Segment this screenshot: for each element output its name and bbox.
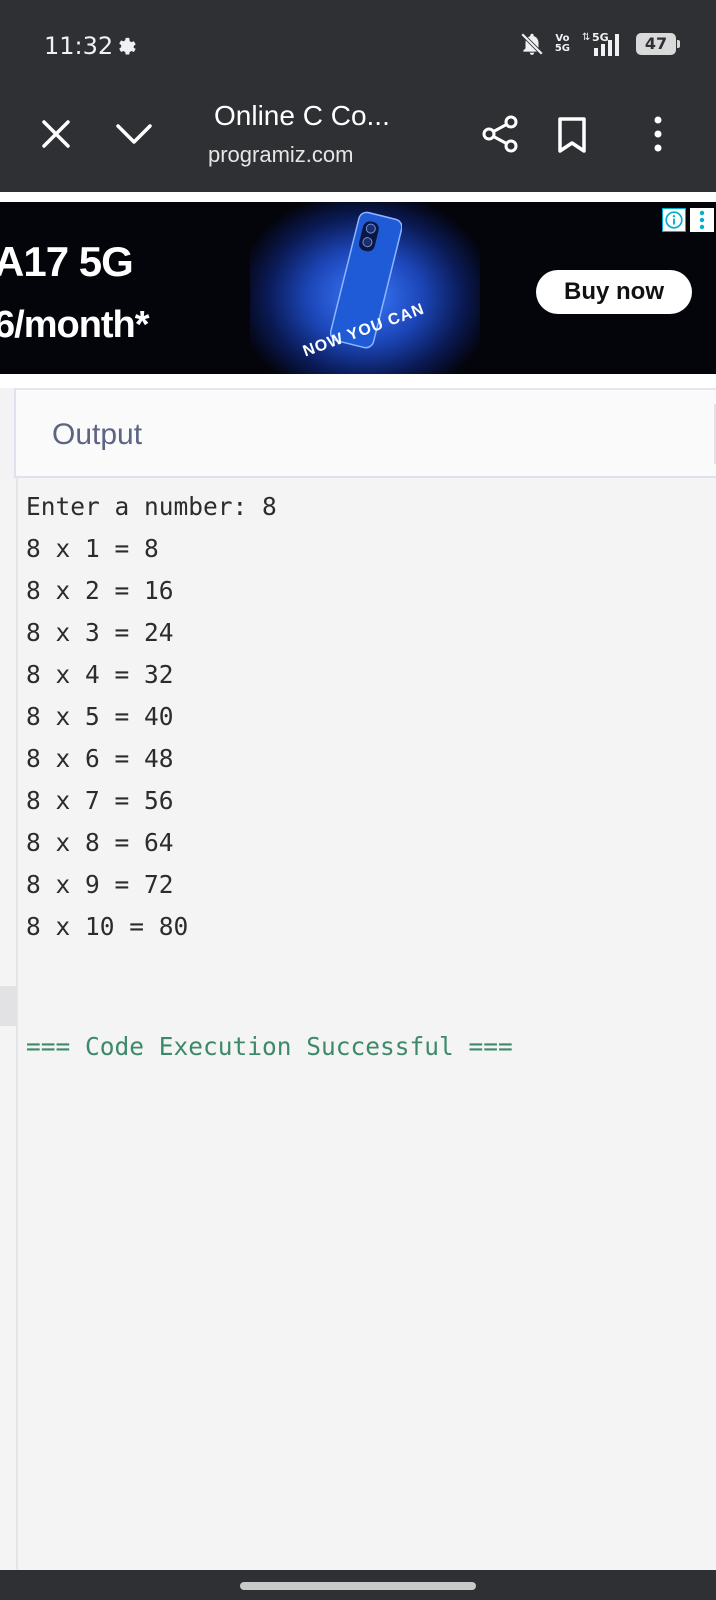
signal-5g-label: 5G [592, 31, 609, 44]
bell-muted-icon [520, 32, 543, 56]
output-line: 8 x 7 = 56 [26, 786, 174, 815]
output-line: 8 x 9 = 72 [26, 870, 174, 899]
bookmark-icon[interactable] [556, 116, 588, 154]
close-icon[interactable] [38, 116, 74, 152]
output-line: 8 x 2 = 16 [26, 576, 174, 605]
output-line: 8 x 4 = 32 [26, 660, 174, 689]
buy-now-button[interactable]: Buy now [536, 270, 692, 314]
more-options-icon[interactable] [648, 114, 668, 154]
ad-price: 6/month* [0, 304, 150, 346]
panel-header-gutter [0, 388, 16, 478]
output-line: 8 x 5 = 40 [26, 702, 174, 731]
svg-text:⇅: ⇅ [582, 32, 590, 43]
volte-indicator: Vo 5G [555, 34, 570, 54]
share-icon[interactable] [480, 114, 520, 154]
output-gutter [0, 478, 18, 1570]
output-panel-header: Output [0, 388, 716, 478]
ad-divider [0, 374, 716, 388]
execution-status: === Code Execution Successful === [26, 1032, 513, 1061]
status-time: 11:32 [44, 32, 114, 60]
status-bar: 11:32 Vo 5G ⇅ 5G 47 [0, 0, 716, 86]
output-title: Output [52, 418, 143, 451]
volte-bottom-label: 5G [554, 43, 570, 54]
output-line: 8 x 6 = 48 [26, 744, 174, 773]
home-gesture-handle[interactable] [240, 1582, 476, 1590]
output-lines: Enter a number: 8 8 x 1 = 8 8 x 2 = 16 8… [26, 486, 277, 948]
output-line: 8 x 1 = 8 [26, 534, 159, 563]
ad-options-icon[interactable] [690, 208, 714, 232]
output-line: Enter a number: 8 [26, 492, 277, 521]
battery-indicator: 47 [636, 33, 680, 55]
page-title: Online C Co... [214, 100, 390, 131]
page-url: programiz.com [208, 142, 354, 167]
ad-banner[interactable]: A17 5G 6/month* NOW YOU CAN Buy now [0, 202, 716, 374]
toolbar-divider [0, 192, 716, 202]
output-line: 8 x 3 = 24 [26, 618, 174, 647]
system-nav-bar [0, 1570, 716, 1600]
page-title-block[interactable]: Online C Co... programiz.com [208, 100, 454, 168]
output-console[interactable]: Enter a number: 8 8 x 1 = 8 8 x 2 = 16 8… [0, 478, 716, 1570]
ad-headline: A17 5G [0, 238, 134, 285]
signal-strength-icon: ⇅ 5G [582, 31, 619, 56]
chevron-down-icon[interactable] [114, 118, 154, 150]
output-line: 8 x 10 = 80 [26, 912, 189, 941]
settings-gear-icon [119, 37, 136, 55]
browser-toolbar: Online C Co... programiz.com [0, 86, 716, 192]
ad-info-icon[interactable] [662, 208, 686, 232]
output-line: 8 x 8 = 64 [26, 828, 174, 857]
gutter-marker [0, 986, 16, 1026]
